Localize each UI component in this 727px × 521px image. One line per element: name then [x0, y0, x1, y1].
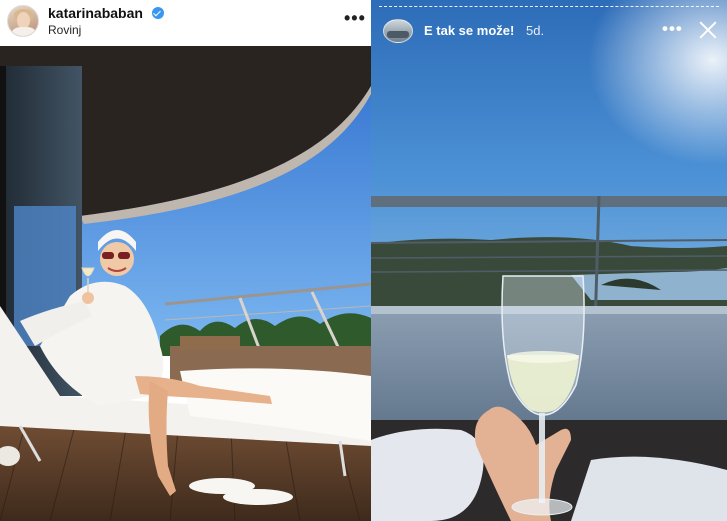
verified-badge-icon: [152, 7, 164, 19]
story-avatar[interactable]: [383, 19, 413, 43]
instagram-post: katarinababan Rovinj •••: [0, 0, 371, 521]
story-more-options-button[interactable]: •••: [662, 19, 683, 39]
story-timestamp: 5d.: [526, 23, 545, 38]
profile-avatar[interactable]: [7, 5, 39, 37]
story-progress-bar: [379, 6, 719, 8]
post-photo[interactable]: [0, 46, 371, 521]
story-viewer[interactable]: E tak se može! 5d. •••: [371, 0, 727, 521]
username-link[interactable]: katarinababan: [48, 5, 143, 21]
post-header: katarinababan Rovinj •••: [0, 0, 371, 46]
more-options-button[interactable]: •••: [344, 8, 366, 28]
close-icon[interactable]: [697, 19, 719, 41]
story-title: E tak se može!: [424, 23, 515, 38]
location-link[interactable]: Rovinj: [48, 23, 81, 37]
story-photo: [371, 0, 727, 521]
